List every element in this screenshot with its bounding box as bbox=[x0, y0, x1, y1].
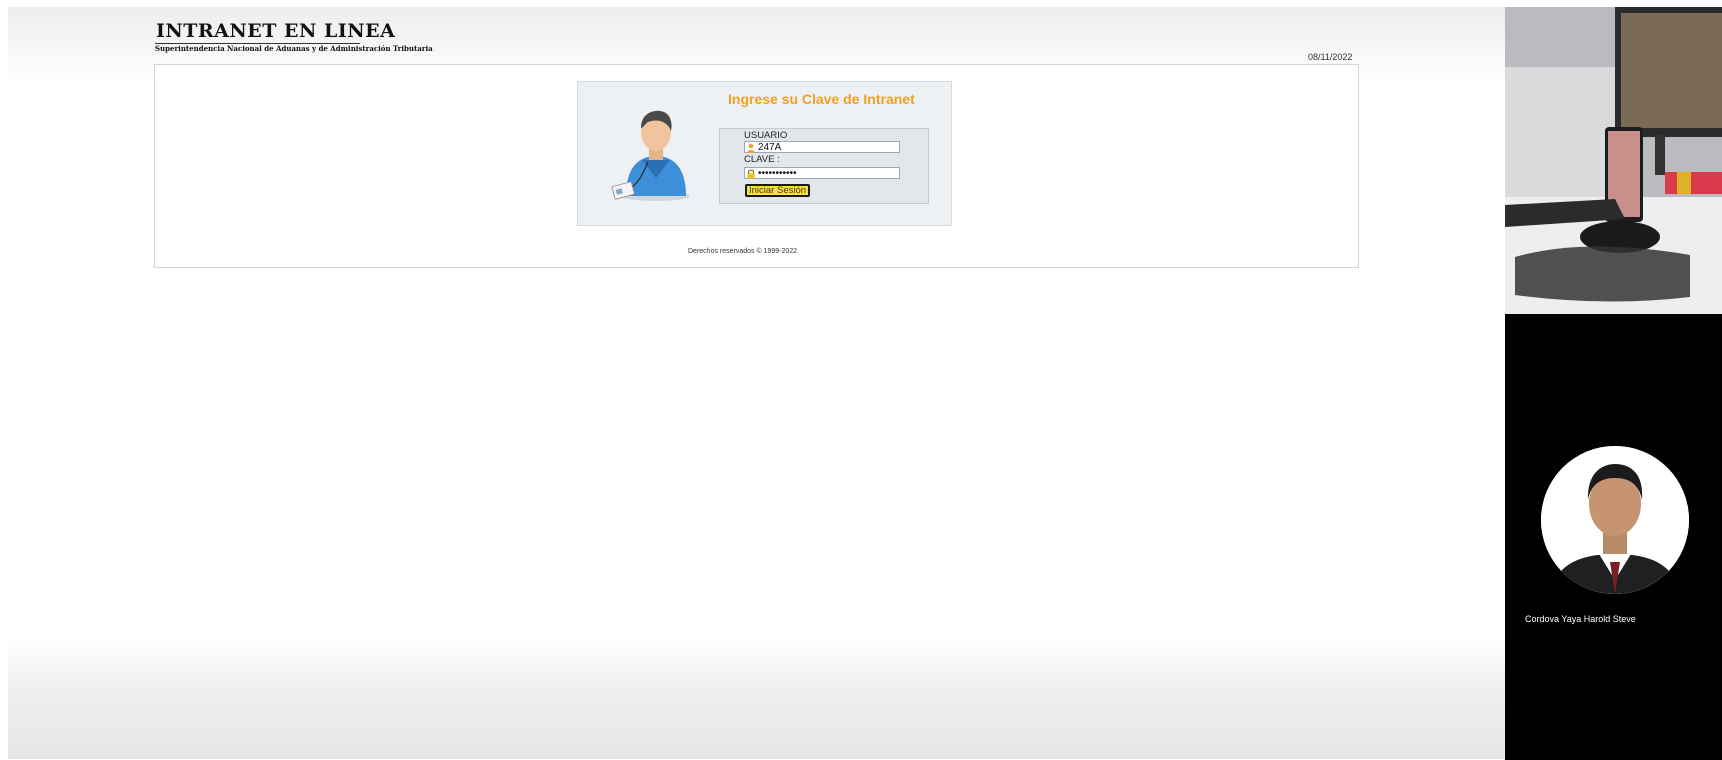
copyright-text: Derechos reservados © 1999-2022 bbox=[688, 248, 798, 255]
bottom-gradient bbox=[8, 639, 1507, 759]
login-panel: Ingrese su Clave de Intranet USUARIO 247… bbox=[577, 81, 952, 226]
lock-icon bbox=[747, 169, 755, 179]
clave-label: CLAVE : bbox=[744, 154, 780, 165]
participant-tile: Cordova Yaya Harold Steve bbox=[1505, 314, 1722, 760]
camera-feed-tile bbox=[1505, 7, 1722, 314]
participant-avatar bbox=[1541, 446, 1689, 594]
user-avatar-icon bbox=[611, 110, 690, 201]
clave-input[interactable]: ••••••••••• bbox=[744, 167, 900, 179]
shared-screen: INTRANET EN LINEA Superintendencia Nacio… bbox=[8, 7, 1507, 759]
camera-feed-image bbox=[1505, 7, 1722, 314]
login-button[interactable]: Iniciar Sesión bbox=[745, 184, 811, 197]
user-icon bbox=[747, 143, 755, 153]
usuario-input[interactable]: 247A bbox=[744, 141, 900, 153]
login-form: USUARIO 247A CLAVE : ••••••••••• Iniciar… bbox=[719, 128, 929, 204]
current-date: 08/11/2022 bbox=[1308, 52, 1353, 62]
site-title: INTRANET EN LINEA bbox=[156, 20, 396, 42]
login-heading: Ingrese su Clave de Intranet bbox=[728, 91, 915, 107]
participant-photo bbox=[1541, 446, 1689, 594]
site-subtitle: Superintendencia Nacional de Aduanas y d… bbox=[155, 44, 433, 53]
usuario-value: 247A bbox=[758, 142, 782, 153]
participant-name: Cordova Yaya Harold Steve bbox=[1525, 614, 1636, 624]
clave-value: ••••••••••• bbox=[758, 168, 797, 179]
usuario-label: USUARIO bbox=[744, 130, 788, 141]
